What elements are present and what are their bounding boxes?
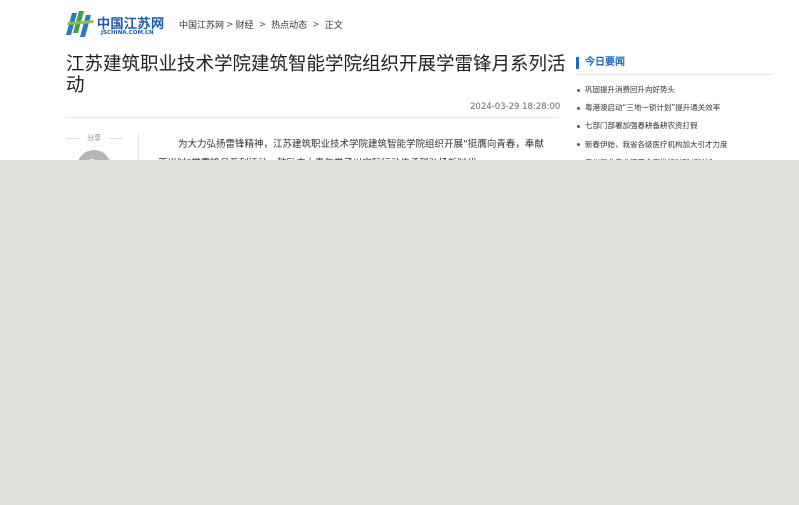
sidebar-news-list: 巩固提升消费回升向好势头 粤港澳启动“三地一锁计划”提升通关效率 七部门部署加强… [576, 81, 776, 172]
site-header: 中国江苏网 JSCHINA.COM.CN 中国江苏网 > 财经 > 热点动态 > 正文 [0, 0, 799, 48]
sidebar-news-item[interactable]: 七部门部署加强春耕备耕农资打假 [576, 117, 776, 135]
sidebar-divider [576, 74, 772, 75]
breadcrumb-finance[interactable]: 财经 [236, 21, 254, 31]
sidebar-news-item[interactable]: 巩固提升消费回升向好势头 [576, 81, 776, 99]
breadcrumb-home[interactable]: 中国江苏网 [179, 21, 224, 31]
sidebar-title: 今日要闻 [576, 56, 776, 70]
sidebar-news-item[interactable]: 新春伊始，我省各级医疗机构加大引才力度 [576, 136, 776, 154]
title-divider [66, 117, 558, 118]
today-news-sidebar: 今日要闻 巩固提升消费回升向好势头 粤港澳启动“三地一锁计划”提升通关效率 七部… [576, 56, 776, 172]
breadcrumb: 中国江苏网 > 财经 > 热点动态 > 正文 [179, 18, 343, 32]
site-logo[interactable]: 中国江苏网 JSCHINA.COM.CN [66, 9, 164, 39]
breadcrumb-separator: > [226, 19, 234, 30]
logo-domain: JSCHINA.COM.CN [101, 30, 154, 36]
breadcrumb-separator: > [312, 19, 320, 30]
breadcrumb-current: 正文 [324, 21, 343, 31]
breadcrumb-separator: > [258, 19, 267, 30]
sidebar-news-item[interactable]: 粤港澳启动“三地一锁计划”提升通关效率 [576, 99, 776, 117]
article-title: 江苏建筑职业技术学院建筑智能学院组织开展学雷锋月系列活动 [66, 54, 566, 96]
breadcrumb-hot-news[interactable]: 热点动态 [271, 21, 307, 31]
loading-overlay [0, 160, 799, 505]
share-label: 分享 [66, 133, 122, 143]
logo-mark-icon [66, 11, 94, 37]
article-datetime: 2024-03-29 18:28:00 [470, 102, 561, 112]
